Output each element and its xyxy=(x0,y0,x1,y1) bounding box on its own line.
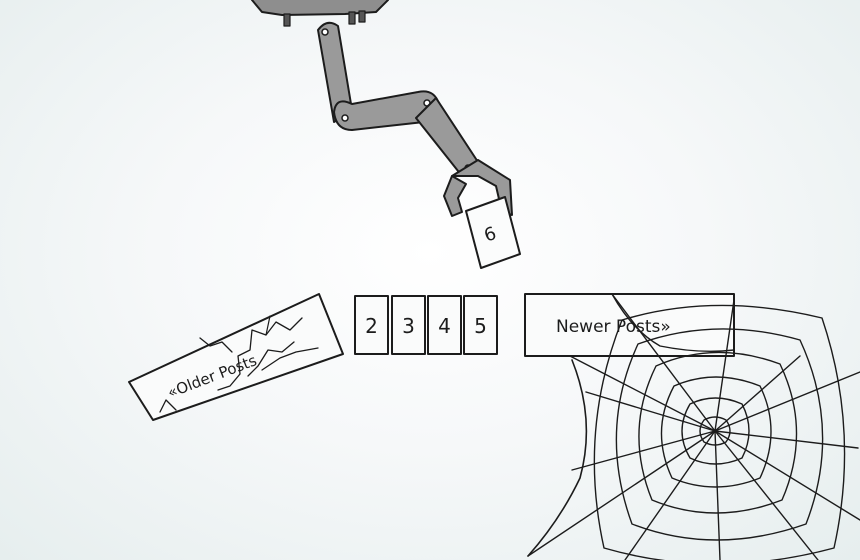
page-3-link[interactable]: 3 xyxy=(402,314,415,338)
newer-posts-label[interactable]: Newer Posts» xyxy=(556,317,671,337)
pagination-sketch: «Older Posts 2 3 4 5 Newer Posts» 6 xyxy=(128,0,860,560)
page-4-link[interactable]: 4 xyxy=(438,314,451,338)
page-2-link[interactable]: 2 xyxy=(365,314,378,338)
page-5-link[interactable]: 5 xyxy=(474,314,487,338)
robot-arm xyxy=(251,0,513,217)
